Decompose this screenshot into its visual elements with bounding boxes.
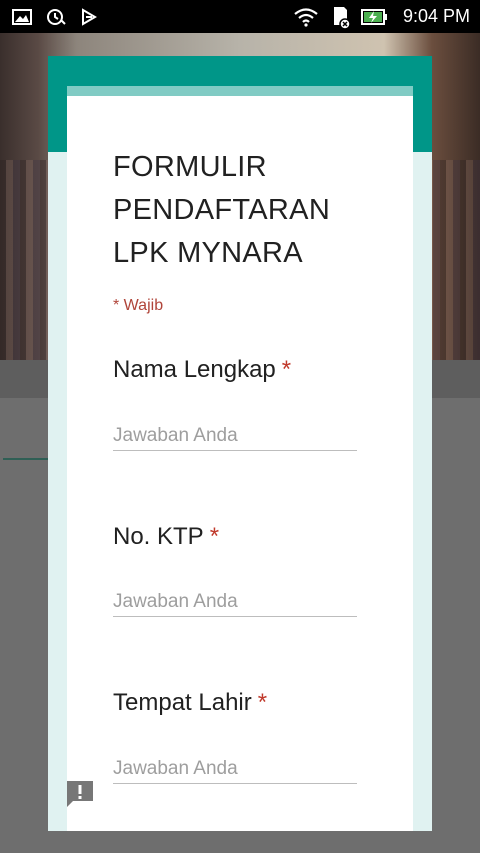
battery-charging-icon	[360, 8, 389, 26]
status-bar: 9:04 PM	[0, 0, 480, 33]
question-label: No. KTP	[113, 523, 204, 550]
question-no-ktp: No. KTP *	[113, 523, 373, 617]
wifi-icon	[293, 7, 319, 27]
question-label: Nama Lengkap	[113, 356, 276, 383]
form-title: FORMULIR PENDAFTARAN LPK MYNARA	[113, 151, 331, 269]
form-dialog: FORMULIR PENDAFTARAN LPK MYNARA * Wajib …	[48, 56, 432, 831]
tempat-lahir-input[interactable]	[113, 754, 357, 784]
download-icon	[80, 7, 98, 26]
question-tempat-lahir: Tempat Lahir *	[113, 689, 373, 784]
form-card: FORMULIR PENDAFTARAN LPK MYNARA * Wajib …	[67, 86, 413, 831]
required-star: *	[281, 356, 292, 383]
question-nama-lengkap: Nama Lengkap *	[113, 356, 373, 451]
status-time: 9:04 PM	[402, 6, 470, 26]
report-feedback-icon[interactable]	[65, 779, 95, 809]
required-star: *	[209, 523, 220, 550]
question-label: Tempat Lahir	[113, 689, 252, 716]
required-star: *	[257, 689, 268, 716]
card-accent-stripe	[67, 86, 413, 96]
no-ktp-input[interactable]	[113, 587, 357, 617]
background-underline	[3, 458, 49, 460]
sd-card-icon	[329, 5, 351, 29]
sync-icon	[46, 8, 66, 26]
required-note: * Wajib	[113, 297, 164, 314]
nama-lengkap-input[interactable]	[113, 421, 357, 451]
gallery-icon	[12, 8, 32, 25]
